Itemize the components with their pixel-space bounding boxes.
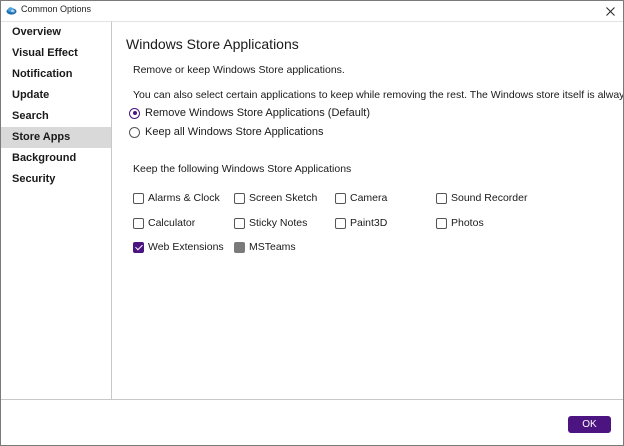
- app-label: MSTeams: [249, 241, 296, 253]
- sidebar-item-notification[interactable]: Notification: [1, 64, 111, 85]
- page-title: Windows Store Applications: [126, 36, 299, 52]
- app-label: Paint3D: [350, 217, 388, 229]
- app-checkbox-msteams: MSTeams: [234, 241, 296, 253]
- title-bar: Common Options: [1, 1, 623, 21]
- app-checkbox-photos[interactable]: Photos: [436, 217, 484, 229]
- remove-apps-radio[interactable]: Remove Windows Store Applications (Defau…: [129, 107, 370, 119]
- main-panel: Windows Store Applications Remove or kee…: [112, 21, 623, 400]
- checkbox[interactable]: [335, 217, 346, 229]
- app-checkbox-web-extensions[interactable]: Web Extensions: [133, 241, 224, 253]
- keep-all-apps-radio-label: Keep all Windows Store Applications: [145, 126, 324, 138]
- description-text: Remove or keep Windows Store application…: [133, 64, 345, 76]
- description-detail-text: You can also select certain applications…: [133, 89, 624, 101]
- checkbox[interactable]: [234, 192, 245, 204]
- ok-button[interactable]: OK: [568, 416, 611, 433]
- app-checkbox-paint3d[interactable]: Paint3D: [335, 217, 387, 229]
- sidebar: Overview Visual Effect Notification Upda…: [1, 21, 112, 400]
- checkbox[interactable]: [436, 192, 447, 204]
- cloud-logo-icon: [6, 7, 17, 15]
- sidebar-item-store-apps[interactable]: Store Apps: [1, 127, 111, 148]
- sidebar-item-search[interactable]: Search: [1, 106, 111, 127]
- sidebar-item-security[interactable]: Security: [1, 169, 111, 190]
- close-icon: [605, 6, 615, 16]
- dialog-footer: OK: [1, 399, 623, 445]
- sidebar-item-update[interactable]: Update: [1, 85, 111, 106]
- app-label: Photos: [451, 217, 484, 229]
- app-label: Sound Recorder: [451, 192, 528, 204]
- radio-button-selected[interactable]: [129, 107, 140, 119]
- options-window: Common Options Overview Visual Effect No…: [0, 0, 624, 446]
- app-label: Screen Sketch: [249, 192, 318, 204]
- app-label: Web Extensions: [148, 241, 224, 253]
- checkbox[interactable]: [234, 217, 245, 229]
- keep-all-apps-radio[interactable]: Keep all Windows Store Applications: [129, 126, 324, 138]
- checkbox-disabled: [234, 241, 245, 253]
- checkbox[interactable]: [335, 192, 346, 204]
- app-checkbox-calculator[interactable]: Calculator: [133, 217, 195, 229]
- radio-button[interactable]: [129, 126, 140, 138]
- checkbox[interactable]: [133, 217, 144, 229]
- app-label: Camera: [350, 192, 388, 204]
- checkbox[interactable]: [133, 192, 144, 204]
- sidebar-item-visual-effect[interactable]: Visual Effect: [1, 43, 111, 64]
- app-checkbox-sticky-notes[interactable]: Sticky Notes: [234, 217, 307, 229]
- app-checkbox-alarms-clock[interactable]: Alarms & Clock: [133, 192, 220, 204]
- app-label: Sticky Notes: [249, 217, 308, 229]
- remove-apps-radio-label: Remove Windows Store Applications (Defau…: [145, 107, 370, 119]
- app-label: Calculator: [148, 217, 196, 229]
- checkbox-checked[interactable]: [133, 241, 144, 253]
- app-checkbox-camera[interactable]: Camera: [335, 192, 387, 204]
- app-checkbox-screen-sketch[interactable]: Screen Sketch: [234, 192, 317, 204]
- app-label: Alarms & Clock: [148, 192, 220, 204]
- close-button[interactable]: [597, 1, 623, 21]
- checkbox[interactable]: [436, 217, 447, 229]
- sidebar-item-overview[interactable]: Overview: [1, 22, 111, 43]
- app-checkbox-sound-recorder[interactable]: Sound Recorder: [436, 192, 527, 204]
- window-title: Common Options: [21, 4, 92, 14]
- keep-apps-heading: Keep the following Windows Store Applica…: [133, 163, 352, 175]
- sidebar-item-background[interactable]: Background: [1, 148, 111, 169]
